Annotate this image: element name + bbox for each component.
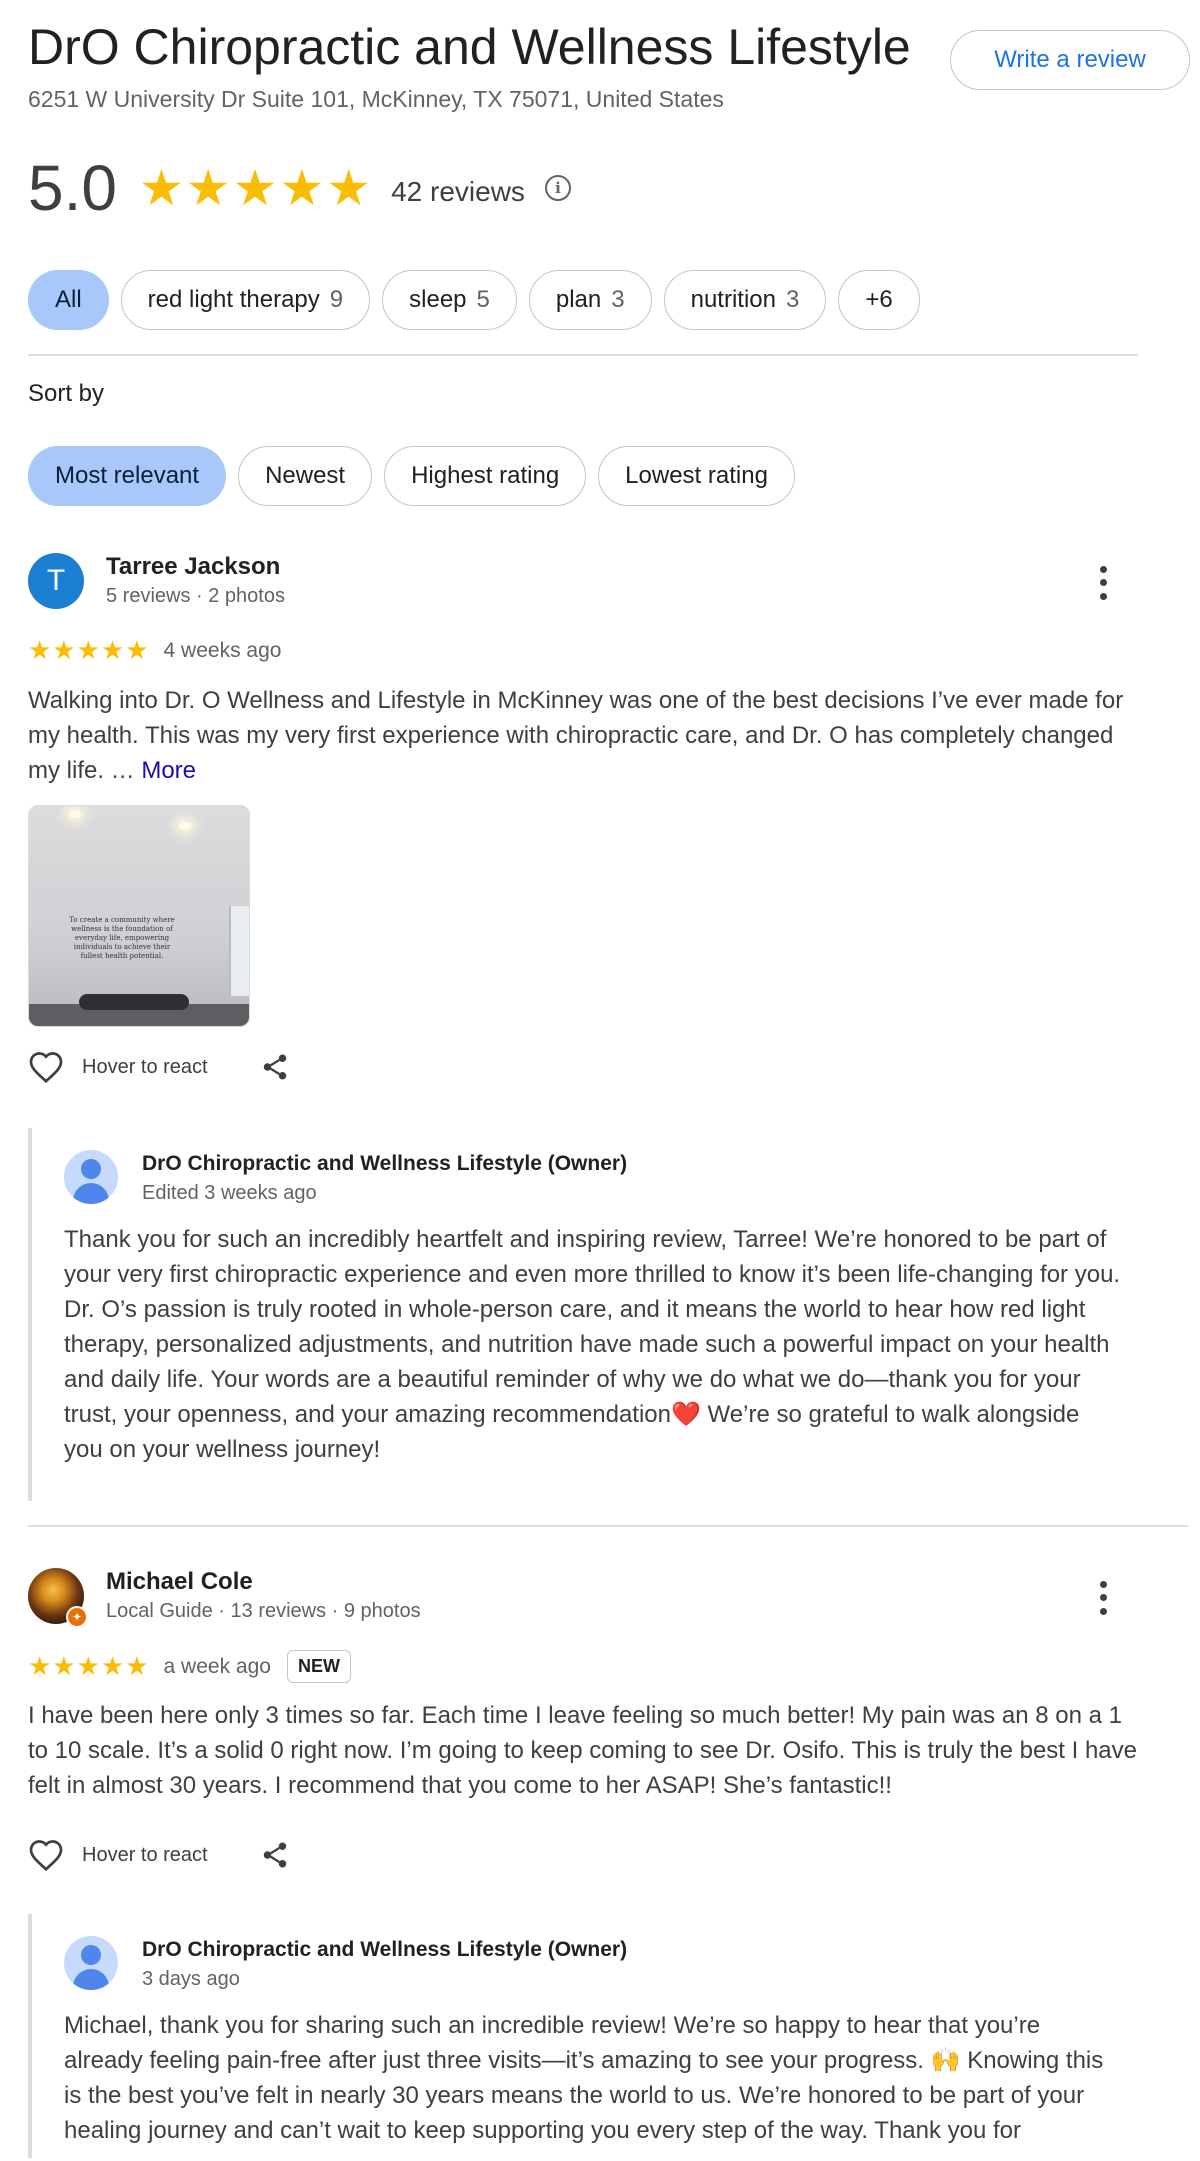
reviewer-meta: Local Guide · 13 reviews · 9 photos	[106, 1600, 421, 1622]
photo-wall-text: To create a community where wellness is …	[69, 916, 175, 960]
business-address: 6251 W University Dr Suite 101, McKinney…	[28, 86, 724, 112]
chip-label: sleep	[409, 286, 467, 313]
review-card: ✦ Michael Cole Local Guide · 13 reviews …	[28, 1568, 1178, 2158]
review-rating-row: ★★★★★ a week ago NEW	[28, 1650, 351, 1683]
review-card: T Tarree Jackson 5 reviews · 2 photos ★★…	[28, 553, 1178, 1503]
sort-label-text: Most relevant	[55, 462, 200, 489]
sort-newest[interactable]: Newest	[238, 446, 373, 506]
chip-label: nutrition	[690, 286, 776, 313]
chip-label: +6	[865, 286, 893, 313]
sort-label-text: Highest rating	[411, 462, 560, 489]
chip-more-topics[interactable]: +6	[838, 270, 920, 330]
react-label[interactable]: Hover to react	[82, 1844, 208, 1867]
owner-reply: DrO Chiropractic and Wellness Lifestyle …	[28, 1128, 1128, 1501]
chip-label: red light therapy	[147, 286, 320, 313]
sort-most-relevant[interactable]: Most relevant	[28, 446, 227, 506]
rating-summary: 5.0 ★★★★★ 42 reviews i	[28, 148, 571, 228]
chip-all[interactable]: All	[28, 270, 109, 330]
share-icon[interactable]	[260, 1051, 290, 1083]
reviewer-meta: 5 reviews · 2 photos	[106, 585, 285, 607]
sort-label: Sort by	[28, 380, 105, 407]
owner-reply-date: Edited 3 weeks ago	[142, 1182, 317, 1204]
sort-label-text: Lowest rating	[625, 462, 768, 489]
write-review-button[interactable]: Write a review	[950, 30, 1190, 90]
reaction-row: Hover to react	[28, 1050, 290, 1084]
rating-stars: ★★★★★	[138, 160, 374, 216]
chip-nutrition[interactable]: nutrition 3	[663, 270, 827, 330]
chip-label: plan	[555, 286, 602, 313]
chip-sleep[interactable]: sleep 5	[382, 270, 517, 330]
divider	[28, 1525, 1188, 1527]
reaction-row: Hover to react	[28, 1838, 290, 1872]
avatar[interactable]: T	[28, 553, 84, 609]
owner-avatar	[64, 1936, 118, 1990]
new-badge: NEW	[286, 1650, 351, 1683]
review-count: 42 reviews	[391, 176, 525, 207]
owner-reply-text: Michael, thank you for sharing such an i…	[64, 2012, 1104, 2144]
sort-chips: Most relevant Newest Highest rating Lowe…	[28, 446, 795, 506]
reviewer-name[interactable]: Michael Cole	[106, 1568, 253, 1596]
chip-count: 9	[329, 286, 344, 313]
chip-plan[interactable]: plan 3	[528, 270, 652, 330]
chip-red-light-therapy[interactable]: red light therapy 9	[120, 270, 371, 330]
review-stars: ★★★★★	[28, 1651, 150, 1681]
heart-icon[interactable]	[28, 1838, 64, 1872]
avatar[interactable]: ✦	[28, 1568, 88, 1628]
more-options-icon[interactable]	[1088, 1578, 1118, 1618]
rating-value: 5.0	[28, 152, 117, 224]
review-time: 4 weeks ago	[163, 638, 282, 662]
owner-reply-date: 3 days ago	[142, 1968, 240, 1990]
sort-lowest-rating[interactable]: Lowest rating	[598, 446, 795, 506]
share-icon[interactable]	[260, 1839, 290, 1871]
review-rating-row: ★★★★★ 4 weeks ago	[28, 635, 281, 666]
review-time: a week ago	[163, 1654, 271, 1678]
sort-highest-rating[interactable]: Highest rating	[384, 446, 587, 506]
owner-reply-text: Thank you for such an incredibly heartfe…	[64, 1226, 1121, 1463]
owner-name: DrO Chiropractic and Wellness Lifestyle …	[142, 1938, 628, 1961]
review-text: I have been here only 3 times so far. Ea…	[28, 1702, 1138, 1799]
reviews-page: DrO Chiropractic and Wellness Lifestyle …	[28, 0, 1190, 2158]
reviewer-name[interactable]: Tarree Jackson	[106, 553, 280, 581]
more-link[interactable]: More	[141, 757, 196, 784]
review-text: Walking into Dr. O Wellness and Lifestyl…	[28, 683, 1148, 788]
business-header: DrO Chiropractic and Wellness Lifestyle …	[28, 0, 1190, 120]
business-name: DrO Chiropractic and Wellness Lifestyle	[28, 19, 911, 75]
info-icon[interactable]: i	[544, 175, 571, 201]
review-photo[interactable]: To create a community where wellness is …	[28, 805, 250, 1027]
chip-count: 3	[611, 286, 625, 313]
owner-name: DrO Chiropractic and Wellness Lifestyle …	[142, 1152, 628, 1175]
owner-avatar	[64, 1150, 118, 1204]
owner-reply: DrO Chiropractic and Wellness Lifestyle …	[28, 1914, 1128, 2158]
chip-label: All	[55, 286, 82, 313]
heart-icon[interactable]	[28, 1050, 64, 1084]
chip-count: 5	[476, 286, 490, 313]
divider	[28, 354, 1138, 356]
sort-label-text: Newest	[265, 462, 346, 489]
review-stars: ★★★★★	[28, 635, 150, 665]
chip-count: 3	[786, 286, 800, 313]
react-label[interactable]: Hover to react	[82, 1056, 208, 1079]
more-options-icon[interactable]	[1088, 563, 1118, 603]
local-guide-badge-icon: ✦	[66, 1606, 88, 1628]
topic-filter-chips: All red light therapy 9 sleep 5 plan 3 n…	[28, 270, 920, 330]
